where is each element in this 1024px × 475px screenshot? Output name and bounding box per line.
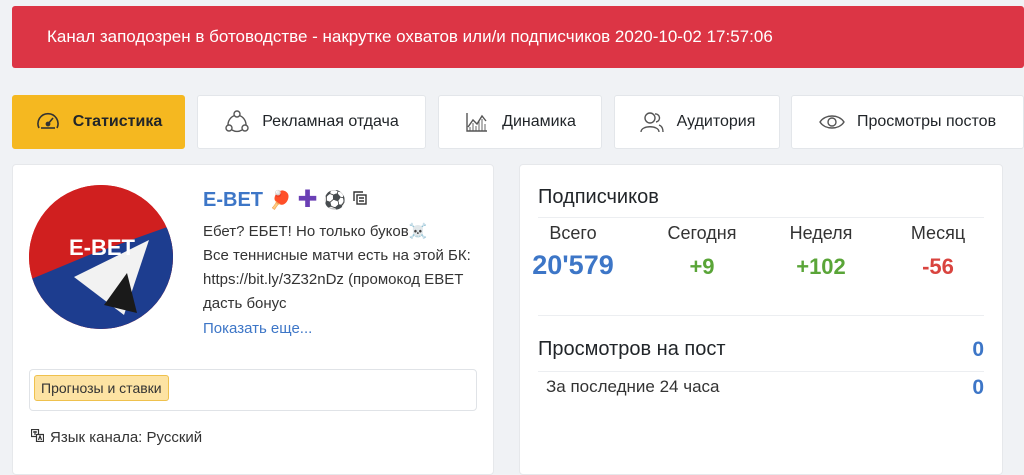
stat-month: Месяц -56 (878, 223, 998, 280)
views-24h-label: За последние 24 часа (546, 377, 720, 396)
alert-text: Канал заподозрен в ботоводстве - накрутк… (47, 27, 773, 46)
chart-icon (464, 109, 490, 135)
channel-info-card: E-BET E-BET 🏓 ✚ ⚽ Ебет? ЕБЕТ! Но только … (12, 164, 494, 475)
tab-label: Аудитория (676, 113, 756, 130)
stat-value: +9 (689, 254, 715, 279)
stat-value: +102 (796, 254, 846, 279)
stat-value: -56 (922, 254, 954, 279)
stat-label: Всего (549, 223, 597, 243)
channel-title: E-BET 🏓 ✚ ⚽ (203, 185, 368, 215)
views-title: Просмотров на пост (538, 338, 726, 360)
svg-text:E-BET: E-BET (69, 235, 136, 260)
share-icon (224, 109, 250, 135)
stat-label: Сегодня (667, 223, 737, 243)
divider (538, 371, 984, 372)
stat-label: Месяц (910, 223, 966, 243)
show-more-link[interactable]: Показать еще... (203, 320, 312, 337)
language-label: Язык канала: Русский (50, 429, 203, 446)
stat-week: Неделя +102 (761, 223, 881, 280)
tab-audience[interactable]: Аудитория (614, 95, 780, 149)
tab-bar: Статистика Рекламная отдача Динамика Ауд… (12, 95, 1024, 149)
category-box: Прогнозы и ставки (29, 369, 477, 411)
stat-value: 20'579 (532, 250, 614, 280)
stat-total: Всего 20'579 (513, 223, 633, 281)
channel-name[interactable]: E-BET (203, 189, 263, 212)
subscribers-title: Подписчиков (538, 186, 659, 208)
stats-card: Подписчиков Всего 20'579 Сегодня +9 Неде… (519, 164, 1003, 475)
channel-language: Язык канала: Русский (30, 428, 203, 446)
stat-label: Неделя (789, 223, 853, 243)
copy-icon[interactable] (352, 190, 368, 211)
ping-pong-icon: 🏓 (269, 189, 292, 210)
category-tag[interactable]: Прогнозы и ставки (34, 375, 169, 401)
channel-description: Ебет? ЕБЕТ! Но только буков☠️ Все теннис… (203, 223, 471, 312)
tab-dynamics[interactable]: Динамика (438, 95, 602, 149)
divider (538, 217, 984, 218)
stat-today: Сегодня +9 (642, 223, 762, 280)
tab-label: Просмотры постов (856, 113, 997, 130)
avatar[interactable]: E-BET (29, 185, 173, 329)
users-icon (639, 109, 665, 135)
tab-post-views[interactable]: Просмотры постов (791, 95, 1024, 149)
tab-label: Динамика (502, 113, 576, 130)
bot-warning-alert: Канал заподозрен в ботоводстве - накрутк… (12, 6, 1024, 68)
tab-ad-return[interactable]: Рекламная отдача (197, 95, 426, 149)
divider (538, 315, 984, 316)
translate-icon (30, 428, 45, 446)
eye-icon (819, 109, 845, 135)
plus-icon: ✚ (297, 186, 318, 213)
views-24h-value: 0 (972, 376, 984, 399)
soccer-ball-icon: ⚽ (323, 189, 346, 210)
tab-statistics[interactable]: Статистика (12, 95, 185, 149)
tab-label: Статистика (72, 113, 163, 130)
speedometer-icon (35, 109, 61, 135)
views-total-value: 0 (972, 338, 984, 361)
tab-label: Рекламная отдача (262, 113, 399, 130)
